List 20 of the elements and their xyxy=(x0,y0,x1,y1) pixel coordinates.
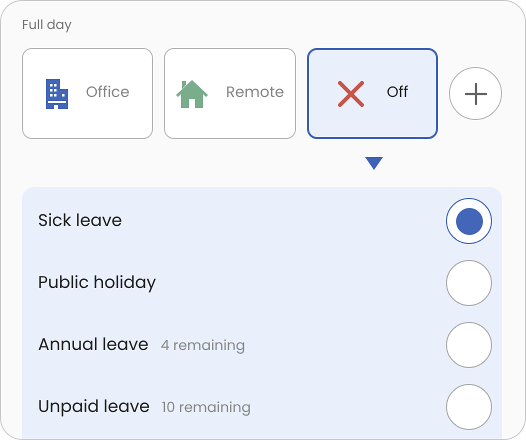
close-icon xyxy=(336,80,365,108)
option-tile[interactable]: Remote xyxy=(164,48,296,139)
section-label: Full day xyxy=(22,15,73,35)
radio-button[interactable] xyxy=(446,384,492,430)
house-icon xyxy=(176,78,208,108)
option-tile[interactable]: Office xyxy=(22,48,154,139)
leave-label: Annual leave xyxy=(38,332,149,358)
option-tile[interactable]: Off xyxy=(306,48,438,139)
leave-label: Sick leave xyxy=(38,208,122,234)
remaining-count: 10 remaining xyxy=(162,396,251,418)
radio-button[interactable] xyxy=(446,198,492,244)
leave-label: Unpaid leave xyxy=(38,394,150,420)
building-icon xyxy=(46,78,68,108)
leave-label: Public holiday xyxy=(38,270,156,296)
add-button[interactable] xyxy=(449,67,502,120)
remaining-count: 4 remaining xyxy=(160,334,246,356)
radio-button[interactable] xyxy=(446,260,492,306)
pointer-icon xyxy=(365,156,383,170)
radio-button[interactable] xyxy=(446,322,492,368)
plus-icon xyxy=(464,82,487,104)
